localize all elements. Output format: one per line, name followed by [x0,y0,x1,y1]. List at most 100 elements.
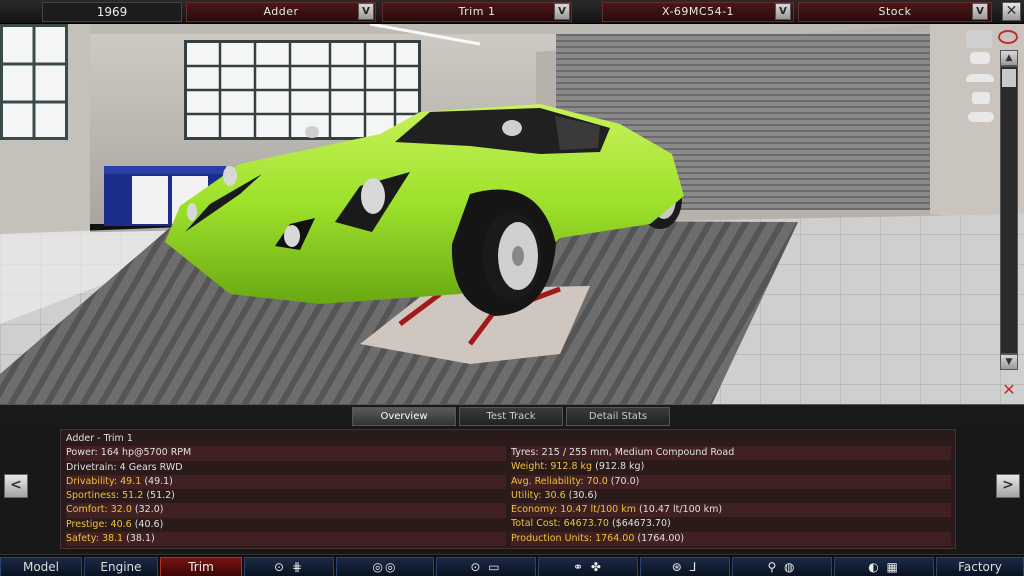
stat-row: Utility: 30.6 (30.6) [511,489,951,503]
tab-overview[interactable]: Overview [352,407,456,426]
stat-current-value: (30.6) [568,489,598,501]
nav-chassis[interactable]: ⊙ ⋕ [244,557,334,576]
stats-right-column: Tyres: 215 / 255 mm, Medium Compound Roa… [511,446,951,547]
overview-panel: < > Adder - Trim 1 Power: 164 hp@5700 RP… [0,426,1024,554]
car-top-icon[interactable] [968,112,994,122]
stat-label: Drivability: [66,475,118,487]
nav-engine[interactable]: Engine [84,557,158,576]
nav-suspension[interactable]: ◎◎ [336,557,434,576]
stat-current-value: (912.8 kg) [595,461,645,473]
stat-label: Safety: [66,533,99,545]
stat-label: Prestige: [66,518,108,530]
stat-label: Total Cost: [511,518,561,530]
engine-select[interactable]: X-69MC54-1 [602,2,794,22]
stat-label: Comfort: [66,504,108,516]
stat-row: Safety: 38.1 (38.1) [66,532,506,547]
stats-left-column: Adder - Trim 1 Power: 164 hp@5700 RPM Dri… [66,432,506,547]
stat-label: Utility: [511,489,542,501]
stat-row: Production Units: 1764.00 (1764.00) [511,531,951,547]
interior-icon: ⊛ ⅃ [671,560,699,574]
nav-test-drive[interactable]: ◐ ▦ [834,557,934,576]
variant-dropdown-button[interactable]: V [972,3,988,20]
stat-value: 51.2 [122,490,144,502]
stat-value: 4 Gears RWD [119,461,183,473]
stat-current-value: (70.0) [610,475,640,487]
stat-value: 38.1 [101,533,124,545]
stat-current-value: (32.0) [134,504,164,516]
car-side-icon[interactable] [966,74,994,82]
stat-row: Weight: 912.8 kg (912.8 kg) [511,460,951,474]
garage-3d-view[interactable] [0,24,1024,404]
fixtures-icon: ⚲ ◍ [767,560,797,574]
stat-row: Total Cost: 64673.70 ($64673.70) [511,517,951,531]
stat-value: 49.1 [120,475,142,487]
trim-dropdown-button[interactable]: V [554,3,570,20]
tab-detail-stats[interactable]: Detail Stats [566,407,670,426]
car-front-icon[interactable] [970,52,990,64]
variant-select[interactable]: Stock [798,2,992,22]
stat-value: 912.8 kg [550,461,593,473]
trim-select[interactable]: Trim 1 [382,2,572,22]
stat-row: Drivetrain: 4 Gears RWD [66,461,506,475]
scroll-thumb[interactable] [1002,69,1016,87]
nav-fixtures[interactable]: ⚭ ✤ [538,557,638,576]
next-arrow-button[interactable]: > [996,474,1020,498]
garage-scene-graphic [0,24,1024,404]
nav-body[interactable]: ⊙ ▭ [436,557,536,576]
model-select[interactable]: Adder [186,2,376,22]
stat-row: Economy: 10.47 lt/100 km (10.47 lt/100 k… [511,503,951,518]
nav-factory[interactable]: Factory [936,557,1024,576]
stat-label: Weight: [511,461,548,473]
bottom-navigation: Model Engine Trim ⊙ ⋕ ◎◎ ⊙ ▭ ⚭ ✤ ⊛ ⅃ ⚲ ◍… [0,554,1024,576]
view-scrollbar[interactable] [1000,66,1018,354]
stat-value: 215 / 255 mm, Medium Compound Road [541,447,735,458]
stat-row: Comfort: 32.0 (32.0) [66,503,506,518]
camera-icon[interactable] [966,30,992,48]
stat-row: Avg. Reliability: 70.0 (70.0) [511,474,951,489]
info-tabs: Overview Test Track Detail Stats [0,404,1024,426]
stat-current-value: (51.2) [146,490,175,502]
stat-current-value: (38.1) [126,533,155,545]
stat-label: Production Units: [511,532,593,544]
nav-safety[interactable]: ⚲ ◍ [732,557,832,576]
stat-row: Sportiness: 51.2 (51.2) [66,489,506,503]
stat-value: 1764.00 [595,532,635,544]
stat-row: Drivability: 49.1 (49.1) [66,474,506,490]
stat-label: Tyres: [511,447,539,458]
eye-icon[interactable] [998,30,1018,44]
nav-model[interactable]: Model [0,557,82,576]
nav-interior[interactable]: ⊛ ⅃ [640,557,730,576]
stat-value: 64673.70 [563,518,609,530]
back-window [184,40,421,140]
scroll-down-button[interactable]: ▼ [1000,354,1018,370]
stat-value: 30.6 [544,489,566,501]
stat-row: Power: 164 hp@5700 RPM [66,446,506,461]
stat-value: 32.0 [110,504,132,516]
stat-current-value: ($64673.70) [611,518,671,530]
close-button[interactable]: ✕ [1002,2,1021,21]
stat-label: Avg. Reliability: [511,475,584,487]
stat-value: 10.47 lt/100 km [560,504,636,516]
car-title: Adder - Trim 1 [66,433,133,444]
model-dropdown-button[interactable]: V [358,3,374,20]
car-icon: ⚭ ✤ [573,560,603,574]
paint-icon[interactable]: ✕ [998,380,1020,400]
prev-arrow-button[interactable]: < [4,474,28,498]
left-window [0,24,68,140]
stats-box: Adder - Trim 1 Power: 164 hp@5700 RPM Dri… [60,429,956,549]
body-icon: ⊙ ▭ [470,560,502,574]
stat-current-value: (40.6) [134,518,164,530]
car-rear-icon[interactable] [972,92,990,104]
stat-current-value: (10.47 lt/100 km) [639,504,723,516]
tab-test-track[interactable]: Test Track [459,407,563,426]
stat-value: 164 hp@5700 RPM [100,447,192,459]
chassis-icon: ⊙ ⋕ [274,560,304,574]
engine-dropdown-button[interactable]: V [775,3,791,20]
stat-current-value: (49.1) [144,475,173,487]
stat-label: Drivetrain: [66,461,117,473]
nav-trim[interactable]: Trim [160,557,242,576]
year-display: 1969 [42,2,182,22]
stat-row: Prestige: 40.6 (40.6) [66,518,506,532]
scroll-up-button[interactable]: ▲ [1000,50,1018,66]
stat-label: Economy: [511,504,558,516]
